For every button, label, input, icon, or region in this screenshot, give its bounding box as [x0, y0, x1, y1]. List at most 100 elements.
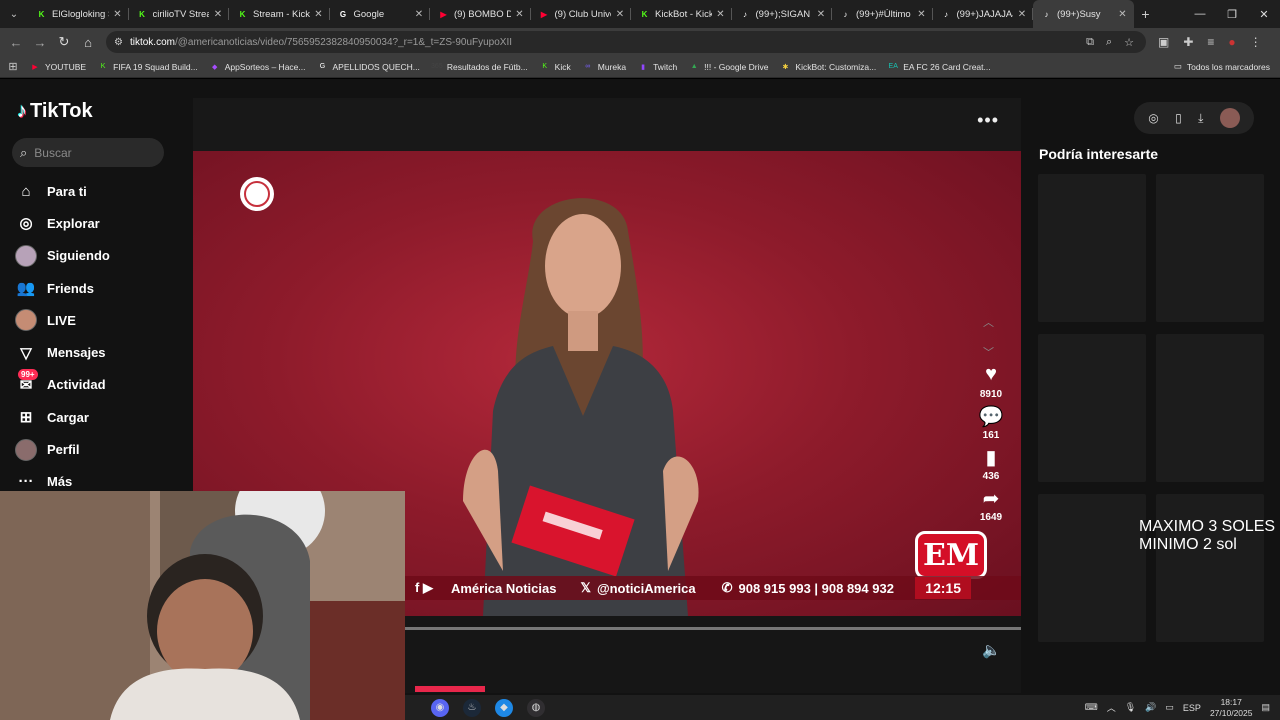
browser-tab[interactable]: ♪ (99+)Susy ✕ [1033, 0, 1134, 28]
tab-close-icon[interactable]: ✕ [515, 9, 525, 20]
minimize-icon[interactable]: — [1184, 8, 1216, 21]
nav-item-mensajes[interactable]: ▽ Mensajes [14, 336, 110, 368]
search-input[interactable]: ⌕ Buscar [12, 138, 164, 167]
bookmark-item[interactable]: ▮ Twitch [638, 62, 677, 72]
browser-tab[interactable]: ▶ (9) Club Univer✕ [531, 0, 632, 28]
bookmark-item[interactable]: ▶ YOUTUBE [30, 62, 86, 72]
share-button[interactable]: ➦ 1649 [980, 486, 1002, 523]
webcam-overlay [0, 491, 405, 720]
bookmark-item[interactable]: ∞ Mureka [583, 62, 626, 72]
volume-icon[interactable]: 🔈 [982, 641, 1001, 659]
tab-search-button[interactable]: ⌄ [0, 0, 28, 28]
close-window-icon[interactable]: ✕ [1248, 8, 1280, 21]
browser-tab[interactable]: ▶ (9) BOMBO De ✕ [430, 0, 531, 28]
tab-title: Stream - Kick [253, 8, 310, 20]
bookmark-item[interactable]: ◆ AppSorteos – Hace... [210, 62, 306, 72]
bookmark-item[interactable]: ✱ KickBot: Customiza... [780, 62, 876, 72]
bookmark-item[interactable]: EA EA FC 26 Card Creat... [888, 62, 991, 72]
more-options-icon[interactable]: ••• [977, 110, 999, 131]
bookmark-item[interactable]: G APELLIDOS QUECH... [317, 62, 420, 72]
all-bookmarks-folder[interactable]: ▭ Todos los marcadores [1174, 61, 1270, 72]
comment-button[interactable]: 💬 161 [979, 404, 1004, 441]
tab-close-icon[interactable]: ✕ [213, 9, 223, 20]
tab-close-icon[interactable]: ✕ [615, 9, 625, 20]
extension-icon[interactable]: ▣ [1158, 35, 1169, 49]
suggestion-card[interactable] [1156, 494, 1264, 642]
browser-menu-icon[interactable]: ⋮ [1250, 35, 1262, 49]
suggestion-card[interactable] [1038, 334, 1146, 482]
nav-item-actividad[interactable]: ✉ Actividad 99+ [14, 368, 110, 401]
obs-icon[interactable]: ◍ [527, 698, 545, 717]
browser-tab[interactable]: KcirilioTV Stream✕ [129, 0, 230, 28]
network-icon[interactable]: ▭ [1165, 702, 1174, 713]
tab-close-icon[interactable]: ✕ [1118, 9, 1128, 20]
tab-close-icon[interactable]: ✕ [113, 9, 123, 20]
nav-item-live[interactable]: LIVE [14, 304, 110, 336]
nav-item-para-ti[interactable]: ⌂ Para ti [14, 175, 110, 207]
new-tab-button[interactable]: + [1134, 6, 1158, 22]
browser-tab[interactable]: ♪ (99+);SIGAN L ✕ [732, 0, 833, 28]
nav-item-cargar[interactable]: ⊞ Cargar [14, 401, 110, 433]
cast-icon[interactable]: ⧉ [1086, 36, 1094, 49]
zoom-icon[interactable]: ⌕ [1106, 36, 1112, 49]
tab-close-icon[interactable]: ✕ [716, 9, 726, 20]
browser-tab[interactable]: ♪ (99+)#Último ✕ [832, 0, 933, 28]
bookmark-label: Twitch [653, 61, 678, 72]
steam-icon[interactable]: ♨ [463, 698, 481, 717]
download-icon[interactable]: ⤓ [1198, 111, 1203, 126]
speaker-icon[interactable]: 🔊 [1145, 702, 1156, 713]
bookmark-item[interactable]: 365 Resultados de Fútb... [431, 62, 528, 72]
extensions-puzzle-icon[interactable]: ✚ [1183, 35, 1193, 49]
device-icon[interactable]: ▯ [1175, 111, 1182, 125]
nav-label: Explorar [47, 215, 100, 231]
language-indicator[interactable]: ESP [1183, 703, 1201, 713]
tab-close-icon[interactable]: ✕ [917, 9, 927, 20]
browser-tab[interactable]: ♪ (99+)JAJAJAJ ✕ [933, 0, 1034, 28]
browser-tab[interactable]: K ElGlogloking S ✕ [28, 0, 129, 28]
tray-chevron-icon[interactable]: ︿ [1107, 701, 1116, 714]
suggestion-card[interactable] [1038, 174, 1146, 322]
bookmark-star-icon[interactable]: ☆ [1124, 36, 1134, 49]
home-icon[interactable]: ⌂ [76, 35, 100, 50]
browser-tab[interactable]: K Stream - Kick ✕ [229, 0, 330, 28]
media-control-icon[interactable]: ≡ [1207, 35, 1214, 49]
coins-icon[interactable]: ◎ [1148, 111, 1158, 125]
keyboard-layout-icon[interactable]: ⌨ [1085, 702, 1098, 713]
suggestion-card[interactable] [1038, 494, 1146, 642]
tab-close-icon[interactable]: ✕ [414, 9, 424, 20]
tab-favicon-icon: K [641, 9, 648, 19]
tab-close-icon[interactable]: ✕ [1017, 9, 1027, 20]
clock[interactable]: 18:17 27/10/2025 [1210, 697, 1253, 719]
restore-icon[interactable]: ❐ [1216, 8, 1248, 21]
tiktok-logo[interactable]: ♪ TikTok [17, 100, 93, 123]
mic-icon[interactable]: 🎙 [1125, 702, 1136, 713]
previous-video-icon[interactable]: ︿ [983, 308, 994, 338]
back-icon[interactable]: ← [4, 35, 28, 50]
browser-tab[interactable]: K KickBot - Kick ✕ [631, 0, 732, 28]
suggestion-card[interactable] [1156, 334, 1264, 482]
profile-avatar[interactable] [1219, 108, 1240, 128]
discord-icon[interactable]: ◉ [431, 698, 449, 717]
tab-close-icon[interactable]: ✕ [314, 9, 324, 20]
suggestion-card[interactable] [1156, 174, 1264, 322]
app-icon[interactable]: ◆ [495, 698, 513, 717]
browser-tab[interactable]: G Google ✕ [330, 0, 431, 28]
bookmark-item[interactable]: K Kick [540, 62, 570, 72]
nav-item-siguiendo[interactable]: Siguiendo [14, 240, 110, 272]
reload-icon[interactable]: ↻ [52, 34, 76, 50]
nav-item-perfil[interactable]: Perfil [14, 433, 110, 465]
profile-icon[interactable]: ● [1228, 35, 1235, 49]
nav-item-explorar[interactable]: ◎ Explorar [14, 207, 110, 239]
bookmark-item[interactable]: ▲ !!! - Google Drive [689, 62, 769, 72]
bookmark-item[interactable]: K FIFA 19 Squad Build... [98, 62, 198, 72]
notification-icon[interactable]: ▤ [1261, 702, 1270, 713]
nav-item-friends[interactable]: 👥 Friends [14, 272, 110, 304]
apps-grid-icon[interactable]: ⊞ [0, 60, 26, 73]
tab-favicon-icon: ▶ [440, 9, 447, 19]
save-button[interactable]: ▮ 436 [983, 445, 1000, 482]
tab-close-icon[interactable]: ✕ [816, 9, 826, 20]
address-bar[interactable]: ⚙ tiktok.com /@americanoticias/video/756… [106, 31, 1146, 53]
like-button[interactable]: ♥ 8910 [980, 363, 1002, 400]
site-info-icon[interactable]: ⚙ [114, 37, 123, 48]
forward-icon[interactable]: → [28, 35, 52, 50]
